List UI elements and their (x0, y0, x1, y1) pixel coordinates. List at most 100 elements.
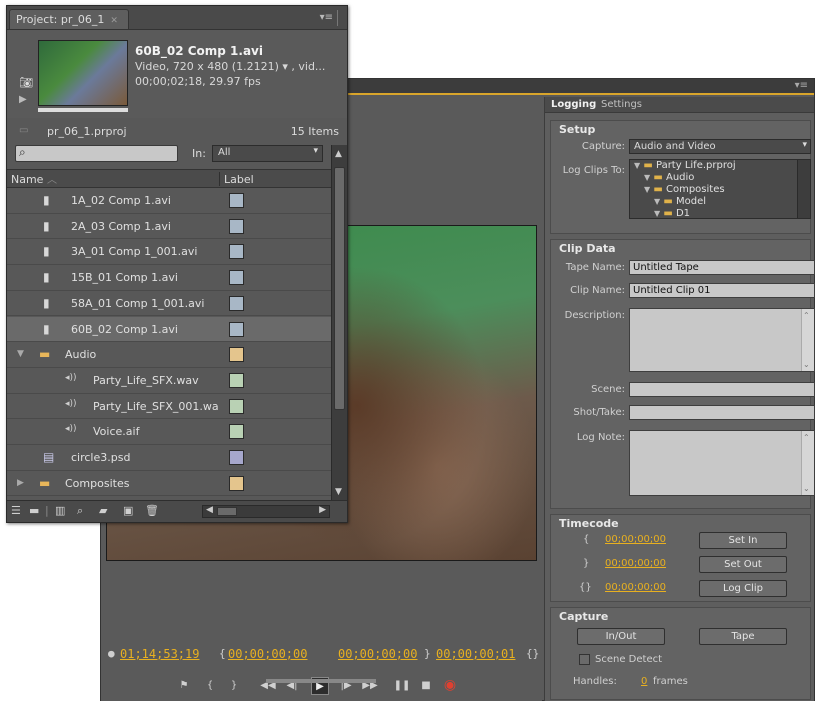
description-field[interactable]: ⌃ ⌄ (629, 308, 815, 372)
label-color-swatch[interactable] (229, 372, 244, 388)
thumbnail-scrubber[interactable] (38, 108, 128, 112)
list-item[interactable]: ▮ 58A_01 Comp 1_001.avi (7, 291, 331, 317)
log-duration-timecode[interactable]: 00;00;00;00 (605, 582, 666, 593)
tape-name-field[interactable]: Untitled Tape (629, 260, 815, 275)
log-clips-tree[interactable]: ▼ ▬ Party Life.prproj ▼ ▬ Audio ▼ ▬ Comp… (629, 159, 811, 219)
tree-item-d1[interactable]: ▼ ▬ D1 (654, 208, 810, 218)
new-item-icon[interactable]: ▣ (123, 504, 133, 517)
label-color-swatch[interactable] (229, 270, 244, 286)
scroll-down-icon[interactable]: ▼ (335, 487, 342, 497)
shuttle-slider[interactable] (266, 679, 376, 683)
clip-name-label: Clip Name: (570, 285, 625, 296)
project-horizontal-scrollbar[interactable]: ◀ ▶ (202, 505, 330, 518)
in-timecode[interactable]: 00;00;00;00 (228, 647, 307, 661)
label-color-swatch[interactable] (229, 193, 244, 208)
list-item[interactable]: ▶ ▬ Composites (7, 471, 331, 497)
set-in-button[interactable]: Set In (699, 532, 787, 549)
current-timecode[interactable]: 01;14;53;19 (120, 647, 199, 661)
scroll-up-icon[interactable]: ▲ (335, 149, 342, 159)
stop-icon[interactable]: ■ (417, 677, 435, 695)
panel-grip-handle[interactable] (337, 10, 345, 26)
label-color-swatch[interactable] (229, 218, 244, 234)
duration-timecode[interactable]: 00;00;00;01 (436, 647, 515, 661)
icon-view-icon[interactable]: ▬ (29, 504, 39, 517)
scene-field[interactable] (629, 382, 815, 397)
in-out-button[interactable]: In/Out (577, 628, 665, 645)
set-out-icon[interactable]: } (225, 677, 243, 695)
tab-logging[interactable]: Logging (551, 99, 596, 110)
filter-label: In: (192, 147, 206, 160)
label-color-swatch[interactable] (229, 347, 244, 363)
expand-icon[interactable]: ▶ (17, 478, 24, 488)
label-color-swatch[interactable] (229, 424, 244, 440)
list-item[interactable]: ▮ 2A_03 Comp 1.avi (7, 214, 331, 240)
shot-take-label: Shot/Take: (573, 407, 625, 418)
project-file-name: pr_06_1.prproj (47, 125, 127, 138)
duration-icon: {} (526, 647, 540, 660)
list-header: Name ︿ Label (7, 169, 331, 188)
out-timecode[interactable]: 00;00;00;00 (338, 647, 417, 661)
scroll-right-icon[interactable]: ▶ (319, 505, 326, 515)
list-item[interactable]: ◂)) Party_Life_SFX.wav (7, 368, 331, 394)
collapse-icon[interactable]: ▼ (17, 349, 24, 359)
label-color-swatch[interactable] (229, 295, 244, 311)
clip-name-field[interactable]: Untitled Clip 01 (629, 283, 815, 298)
scene-label: Scene: (591, 384, 625, 395)
scrollbar-thumb[interactable] (334, 167, 345, 410)
play-icon[interactable]: ▶ (19, 94, 27, 105)
capture-title: Capture (559, 610, 609, 623)
tab-settings[interactable]: Settings (601, 99, 642, 110)
log-clip-button[interactable]: Log Clip (699, 580, 787, 597)
set-in-icon[interactable]: { (201, 677, 219, 695)
log-note-field[interactable]: ⌃ ⌄ (629, 430, 815, 496)
new-bin-icon[interactable]: ▰ (99, 504, 107, 517)
horizontal-scrollbar-thumb[interactable] (217, 507, 237, 516)
project-tab[interactable]: Project: pr_06_1 ✕ (9, 9, 129, 29)
list-item[interactable]: ▼ ▬ Audio (7, 342, 331, 368)
scene-detect-checkbox[interactable] (579, 654, 590, 665)
chevron-up-icon: ⌃ (803, 433, 810, 442)
search-input[interactable]: ⌕ (15, 145, 178, 162)
record-button[interactable]: ◉ (441, 676, 459, 694)
set-in-marker-icon[interactable]: ⚑ (175, 677, 193, 695)
log-in-timecode[interactable]: 00;00;00;00 (605, 534, 666, 545)
description-scrollbar[interactable]: ⌃ ⌄ (801, 309, 814, 371)
shot-take-field[interactable] (629, 405, 815, 420)
column-header-name[interactable]: Name (11, 173, 43, 186)
pause-icon[interactable]: ❚❚ (393, 677, 411, 695)
list-item[interactable]: ▮ 60B_02 Comp 1.avi (7, 316, 331, 343)
tape-button[interactable]: Tape (699, 628, 787, 645)
tree-scrollbar[interactable] (797, 160, 810, 218)
list-item[interactable]: ▮ 15B_01 Comp 1.avi (7, 265, 331, 291)
trash-icon[interactable]: 🗑︎ (145, 504, 159, 517)
list-item[interactable]: ◂)) Voice.aif (7, 419, 331, 445)
log-out-timecode[interactable]: 00;00;00;00 (605, 558, 666, 569)
log-note-scrollbar[interactable]: ⌃ ⌄ (801, 431, 814, 495)
column-divider[interactable] (219, 172, 220, 186)
list-item[interactable]: ▮ 1A_02 Comp 1.avi (7, 188, 331, 214)
filter-select[interactable]: All ▾ (212, 145, 323, 162)
label-color-swatch[interactable] (229, 475, 244, 491)
camera-icon[interactable]: 📷︎ (19, 76, 33, 89)
panel-menu-icon[interactable]: ▾≡ (320, 12, 333, 23)
logging-panel: Logging Settings Setup Capture: Audio an… (544, 97, 815, 701)
panel-menu-icon[interactable]: ▾≡ (795, 80, 808, 91)
handles-value[interactable]: 0 (641, 676, 647, 687)
label-color-swatch[interactable] (229, 450, 244, 465)
automate-to-sequence-icon[interactable]: ▥ (55, 504, 65, 517)
column-header-label[interactable]: Label (224, 173, 254, 186)
list-item[interactable]: ◂)) Party_Life_SFX_001.wa (7, 394, 331, 420)
find-icon[interactable]: ⌕ (77, 504, 83, 518)
label-color-swatch[interactable] (229, 244, 244, 260)
folder-icon: ▬ (39, 347, 51, 362)
list-item[interactable]: ▮ 3A_01 Comp 1_001.avi (7, 239, 331, 266)
list-item[interactable]: ▤ circle3.psd (7, 445, 331, 471)
label-color-swatch[interactable] (229, 321, 244, 337)
close-icon[interactable]: ✕ (110, 16, 118, 26)
label-color-swatch[interactable] (229, 398, 244, 414)
set-out-button[interactable]: Set Out (699, 556, 787, 573)
project-list-scrollbar[interactable]: ▲ ▼ (331, 145, 347, 500)
scroll-left-icon[interactable]: ◀ (206, 505, 213, 515)
list-view-icon[interactable]: ☰ (11, 504, 21, 517)
capture-select[interactable]: Audio and Video ▾ (629, 139, 811, 154)
